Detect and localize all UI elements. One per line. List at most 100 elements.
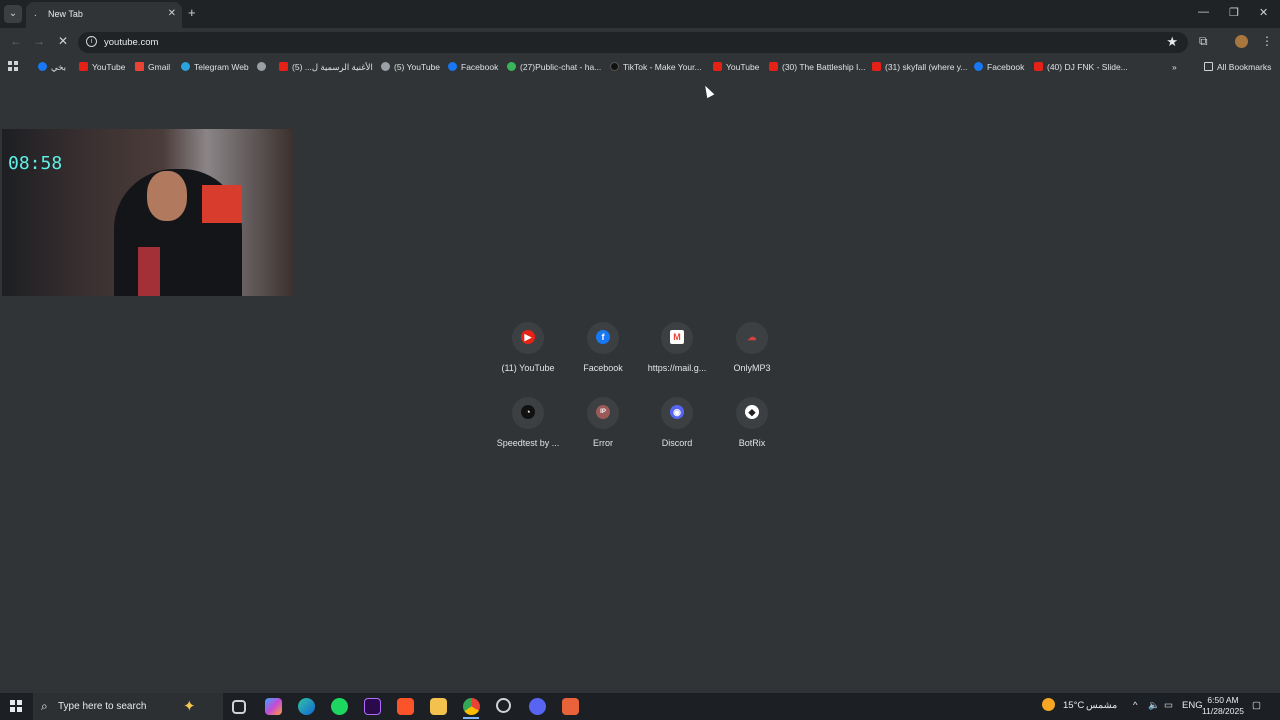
all-bookmarks-button[interactable]: All Bookmarks <box>1204 60 1271 74</box>
bookmark-item[interactable]: بخي <box>38 60 66 74</box>
facebook-icon <box>448 62 457 71</box>
tab-search-button[interactable]: ⌄ <box>4 5 22 23</box>
gmail-icon: M <box>670 330 684 344</box>
bookmark-item[interactable]: TikTok - Make Your... <box>610 60 702 74</box>
bookmarks-bar: بخي YouTube Gmail Telegram Web الأغنية ا… <box>0 57 1280 77</box>
bookmark-item[interactable]: YouTube <box>713 60 759 74</box>
volume-icon[interactable]: 🔈 <box>1148 700 1160 711</box>
folder-icon <box>1204 62 1213 71</box>
youtube-icon <box>79 62 88 71</box>
chevron-up-icon[interactable]: ^ <box>1133 700 1137 711</box>
bookmark-item[interactable]: (31) skyfall (where y... <box>872 60 968 74</box>
bookmark-item[interactable]: (27)Public-chat - ha... <box>507 60 601 74</box>
shortcut-tile[interactable]: ▶ (11) YouTube <box>490 320 566 386</box>
weather-icon[interactable] <box>1042 698 1055 714</box>
shortcut-tile[interactable]: IP Error <box>565 395 641 461</box>
task-view-icon[interactable] <box>232 700 246 714</box>
youtube-icon: ▶ <box>521 330 535 344</box>
bookmark-item[interactable]: (30) The Battleship I... <box>769 60 865 74</box>
bookmark-item[interactable]: الأغنية الرسمية ل... (5) <box>279 60 373 74</box>
search-icon: ⌕ <box>41 699 48 713</box>
bookmark-item[interactable] <box>257 60 270 74</box>
search-placeholder[interactable]: Type here to search <box>58 701 146 712</box>
app-icon[interactable] <box>562 698 579 715</box>
weather-desc[interactable]: مشمس <box>1086 700 1117 711</box>
brave-icon[interactable] <box>397 698 414 715</box>
telegram-icon <box>181 62 190 71</box>
webcam-overlay: 08:58 <box>2 129 294 296</box>
shortcut-label: Speedtest by ... <box>496 438 560 448</box>
minimize-button[interactable]: — <box>1198 6 1209 18</box>
webcam-person-head <box>147 171 187 221</box>
shortcut-tile[interactable]: ☁ OnlyMP3 <box>714 320 790 386</box>
stop-loading-icon[interactable]: ✕ <box>58 34 68 48</box>
bookmark-item[interactable]: Telegram Web <box>181 60 249 74</box>
shortcut-tile[interactable]: f Facebook <box>565 320 641 386</box>
bookmark-star-icon[interactable]: ★ <box>1166 34 1178 50</box>
chrome-icon[interactable] <box>463 698 480 715</box>
spotify-icon[interactable] <box>331 698 348 715</box>
close-window-button[interactable]: ✕ <box>1259 6 1268 19</box>
cloud-download-icon: ☁ <box>747 332 757 342</box>
shortcut-tile[interactable]: M https://mail.g... <box>639 320 715 386</box>
premiere-pro-icon[interactable] <box>364 698 381 715</box>
edge-icon[interactable] <box>298 698 315 715</box>
bookmark-item[interactable]: YouTube <box>79 60 125 74</box>
back-arrow-icon[interactable]: ← <box>10 34 22 48</box>
bookmark-item[interactable]: Facebook <box>974 60 1024 74</box>
shortcut-label: OnlyMP3 <box>733 363 771 373</box>
obs-icon[interactable] <box>496 698 511 713</box>
restore-button[interactable]: ❐ <box>1229 6 1239 19</box>
menu-icon[interactable]: ⋮ <box>1261 34 1273 48</box>
extensions-icon[interactable]: ⧉ <box>1199 34 1208 49</box>
shortcut-label: Error <box>593 438 613 448</box>
shortcut-tile[interactable]: ◔ Speedtest by ... <box>490 395 566 461</box>
windows-start-icon[interactable] <box>10 700 22 712</box>
address-bar[interactable]: i youtube.com ★ <box>78 32 1188 53</box>
file-explorer-icon[interactable] <box>430 698 447 715</box>
address-text[interactable]: youtube.com <box>104 37 158 48</box>
network-icon[interactable]: ▭ <box>1164 700 1173 711</box>
shortcut-label: https://mail.g... <box>647 363 707 373</box>
tab-new-tab[interactable]: . New Tab ✕ <box>26 2 182 28</box>
sparkle-icon: ✦ <box>183 698 196 715</box>
new-tab-button[interactable]: + <box>188 6 196 20</box>
close-tab-icon[interactable]: ✕ <box>168 8 176 19</box>
tab-strip: ⌄ . New Tab ✕ + — ❐ ✕ <box>0 0 1280 28</box>
clock-date: 11/28/2025 <box>1202 706 1244 716</box>
taskbar-search[interactable]: ⌕ Type here to search ✦ <box>33 693 223 720</box>
copilot-icon[interactable] <box>265 698 282 715</box>
tab-favicon: . <box>34 8 37 19</box>
globe-icon <box>381 62 390 71</box>
green-icon <box>507 62 516 71</box>
apps-grid-icon[interactable] <box>8 61 18 71</box>
youtube-icon <box>872 62 881 71</box>
youtube-icon <box>769 62 778 71</box>
profile-avatar[interactable] <box>1235 35 1248 48</box>
ip-icon: IP <box>596 405 610 419</box>
notification-icon[interactable]: ▢ <box>1252 700 1261 711</box>
shortcut-tile[interactable]: ◆ BotRix <box>714 395 790 461</box>
shortcut-label: Discord <box>661 438 693 448</box>
bookmark-item[interactable]: Facebook <box>448 60 498 74</box>
bookmark-item[interactable]: Gmail <box>135 60 170 74</box>
shortcut-label: Facebook <box>583 363 623 373</box>
bookmark-item[interactable]: (40) DJ FNK - Slide... <box>1034 60 1128 74</box>
discord-icon: ◉ <box>670 405 684 419</box>
weather-temp[interactable]: 15°C <box>1063 700 1084 711</box>
bookmark-item[interactable]: (5) YouTube <box>381 60 440 74</box>
forward-arrow-icon[interactable]: → <box>33 34 45 48</box>
browser-toolbar: ← → ✕ i youtube.com ★ ⧉ ⋮ <box>0 28 1280 57</box>
youtube-icon <box>713 62 722 71</box>
bookmarks-overflow-icon[interactable]: » <box>1172 60 1177 74</box>
discord-icon[interactable] <box>529 698 546 715</box>
taskbar-clock[interactable]: 6:50 AM 11/28/2025 <box>1200 695 1246 717</box>
gmail-icon <box>135 62 144 71</box>
facebook-icon <box>974 62 983 71</box>
youtube-icon <box>1034 62 1043 71</box>
site-info-icon[interactable]: i <box>86 36 97 47</box>
speedtest-icon: ◔ <box>521 405 535 419</box>
shortcut-tile[interactable]: ◉ Discord <box>639 395 715 461</box>
youtube-icon <box>279 62 288 71</box>
webcam-cup <box>138 247 160 296</box>
